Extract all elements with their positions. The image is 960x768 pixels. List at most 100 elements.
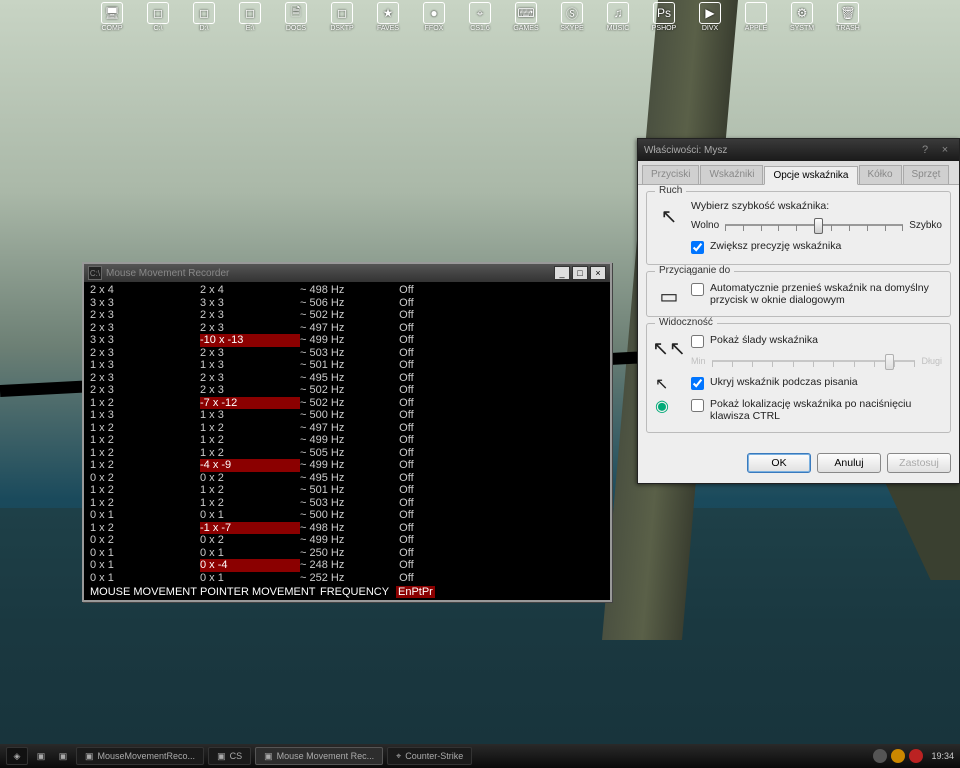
dock-item-comp[interactable]: 🖥COMP [91,2,133,38]
dock-icon: ⚙ [791,2,813,24]
enhance-precision-checkbox[interactable]: Zwiększ precyzję wskaźnika [691,240,942,254]
tab-przyciski[interactable]: Przyciski [642,165,699,184]
hide-typing-icon: ↖ [655,374,668,394]
start-button[interactable]: ◈ [6,747,28,765]
ctrl-locate-checkbox[interactable]: ◉ Pokaż lokalizację wskaźnika po naciśni… [655,398,942,422]
dock-item-systm[interactable]: ⚙SYSTM [781,2,823,38]
console-row: 2 x 3 2 x 3 ~ 497 Hz Off [90,322,604,335]
console-window: C:\ Mouse Movement Recorder _ □ × 2 x 4 … [82,262,612,602]
dock-item-games[interactable]: ⌨GAMES [505,2,547,38]
dock-icon: 🗎 [285,2,307,24]
task-label: Mouse Movement Rec... [277,751,375,761]
mouse-properties-dialog: Właściwości: Mysz ? × PrzyciskiWskaźniki… [637,138,960,484]
desktop-dock: 🖥COMP◻C:\◻D:\◻E:\🗎DOCS◻DSKTP★FAVES●FFOX⌖… [0,0,960,38]
dialog-titlebar[interactable]: Właściwości: Mysz ? × [638,139,959,161]
dock-icon: 🖥 [101,2,123,24]
tray-icon[interactable] [909,749,923,763]
tab-wskaźniki[interactable]: Wskaźniki [700,165,763,184]
dock-item-pshop[interactable]: PsPSHOP [643,2,685,38]
task-icon: ▣ [85,751,94,762]
dock-icon: ⌨ [515,2,537,24]
dock-icon: 🗑 [837,2,859,24]
dock-icon: ◻ [147,2,169,24]
task-label: Counter-Strike [405,751,463,761]
console-row: 2 x 4 2 x 4 ~ 498 Hz Off [90,284,604,297]
console-titlebar[interactable]: C:\ Mouse Movement Recorder _ □ × [84,264,610,282]
dock-icon [745,2,767,24]
dock-item-trash[interactable]: 🗑TRASH [827,2,869,38]
minimize-button[interactable]: _ [554,266,570,280]
ctrl-locate-icon: ◉ [655,396,669,416]
dock-item-dsktp[interactable]: ◻DSKTP [321,2,363,38]
snapto-checkbox[interactable]: Automatycznie przenieś wskaźnik na domyś… [691,282,942,306]
close-button[interactable]: × [590,266,606,280]
console-row: 1 x 2 -4 x -9 ~ 499 Hz Off [90,459,604,472]
console-row: 2 x 3 2 x 3 ~ 502 Hz Off [90,384,604,397]
tray-icon[interactable] [873,749,887,763]
dialog-tabs: PrzyciskiWskaźnikiOpcje wskaźnikaKółkoSp… [638,161,959,184]
console-row: 1 x 2 1 x 2 ~ 501 Hz Off [90,484,604,497]
dock-item-d[interactable]: ◻D:\ [183,2,225,38]
console-footer: MOUSE MOVEMENT POINTER MOVEMENT FREQUENC… [84,586,610,600]
dock-icon: ★ [377,2,399,24]
hide-while-typing-checkbox[interactable]: ↖ Ukryj wskaźnik podczas pisania [655,376,942,390]
system-tray: 19:34 [873,749,954,763]
dock-label: PSHOP [652,25,677,32]
console-row: 1 x 2 1 x 2 ~ 497 Hz Off [90,422,604,435]
dock-label: SYSTM [790,25,814,32]
trail-long-label: Długi [921,356,942,366]
dock-label: DSKTP [330,25,353,32]
dock-item-docs[interactable]: 🗎DOCS [275,2,317,38]
dock-label: GAMES [513,25,538,32]
task-icon: ▣ [217,751,226,762]
task-button[interactable]: ▣ CS [208,747,251,765]
task-label: CS [230,751,243,761]
tab-opcje-wskaźnika[interactable]: Opcje wskaźnika [764,166,857,185]
group-legend: Widoczność [655,317,717,328]
cancel-button[interactable]: Anuluj [817,453,881,473]
help-button[interactable]: ? [917,143,933,157]
task-button[interactable]: ▣ MouseMovementReco... [76,747,204,765]
group-legend: Przyciąganie do [655,265,734,276]
dock-icon: ◻ [331,2,353,24]
pointer-trails-checkbox[interactable]: Pokaż ślady wskaźnika [691,334,942,348]
console-row: 0 x 2 0 x 2 ~ 495 Hz Off [90,472,604,485]
pointer-speed-slider[interactable] [725,216,903,234]
dock-item-divx[interactable]: ▶DIVX [689,2,731,38]
ok-button[interactable]: OK [747,453,811,473]
clock: 19:34 [931,751,954,761]
console-row: 1 x 2 1 x 2 ~ 505 Hz Off [90,447,604,460]
dock-label: TRASH [836,25,860,32]
dock-icon: Ⓢ [561,2,583,24]
close-button[interactable]: × [937,143,953,157]
trail-short-label: Min [691,356,706,366]
dock-item-e[interactable]: ◻E:\ [229,2,271,38]
console-row: 3 x 3 -10 x -13 ~ 499 Hz Off [90,334,604,347]
dock-item-ffox[interactable]: ●FFOX [413,2,455,38]
tray-icon[interactable] [891,749,905,763]
console-row: 0 x 1 0 x 1 ~ 250 Hz Off [90,547,604,560]
dock-item-apple[interactable]: APPLE [735,2,777,38]
tab-sprzęt[interactable]: Sprzęt [903,165,950,184]
dock-label: DOCS [286,25,306,32]
apply-button[interactable]: Zastosuj [887,453,951,473]
quicklaunch-icon[interactable]: ▣ [54,747,72,765]
console-row: 0 x 1 0 x 1 ~ 500 Hz Off [90,509,604,522]
dock-item-c[interactable]: ◻C:\ [137,2,179,38]
console-row: 1 x 3 1 x 3 ~ 501 Hz Off [90,359,604,372]
task-buttons: ▣ MouseMovementReco... ▣ CS ▣Mouse Movement … [76,747,472,765]
console-row: 0 x 2 0 x 2 ~ 499 Hz Off [90,534,604,547]
quicklaunch-icon[interactable]: ▣ [32,747,50,765]
task-button[interactable]: ▣Mouse Movement Rec... [255,747,383,765]
dock-item-skype[interactable]: ⓈSKYPE [551,2,593,38]
maximize-button[interactable]: □ [572,266,588,280]
dock-item-cs16[interactable]: ⌖CS1.6 [459,2,501,38]
tab-kółko[interactable]: Kółko [859,165,902,184]
task-button[interactable]: ⌖Counter-Strike [387,747,472,765]
console-row: 2 x 3 2 x 3 ~ 502 Hz Off [90,309,604,322]
dialog-title: Właściwości: Mysz [644,145,727,156]
dock-item-faves[interactable]: ★FAVES [367,2,409,38]
dock-item-music[interactable]: ♫MUSIC [597,2,639,38]
task-label: MouseMovementReco... [98,751,196,761]
dock-icon: ♫ [607,2,629,24]
